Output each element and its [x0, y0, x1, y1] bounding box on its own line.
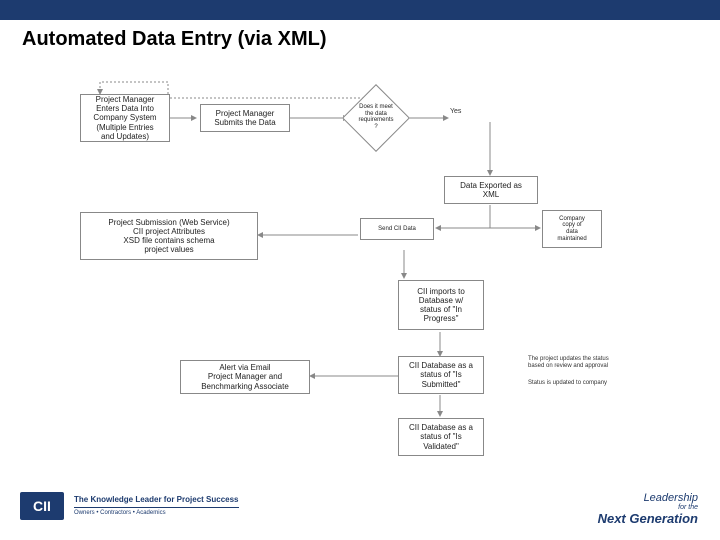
- footer-right-2: for the: [598, 504, 698, 511]
- logo-subline: Owners • Contractors • Academics: [74, 507, 239, 517]
- footer-right-3: Next Generation: [598, 511, 698, 526]
- logo-badge: CII: [20, 492, 64, 520]
- footer: CII The Knowledge Leader for Project Suc…: [0, 480, 720, 540]
- box-cii-import: CII imports toDatabase w/status of "InPr…: [398, 280, 484, 330]
- slide-title: Automated Data Entry (via XML): [22, 28, 326, 51]
- top-accent-bar: [0, 0, 720, 20]
- box-text: Alert via EmailProject Manager andBenchm…: [201, 363, 289, 391]
- box-company-db: Companycopy ofdatamaintained: [542, 210, 602, 248]
- box-text: CII Database as astatus of "IsValidated": [409, 423, 473, 451]
- footer-left: CII The Knowledge Leader for Project Suc…: [20, 492, 239, 520]
- flow-canvas: Project ManagerEnters Data IntoCompany S…: [0, 60, 720, 480]
- box-pm-enter: Project ManagerEnters Data IntoCompany S…: [80, 94, 170, 142]
- box-cii-submitted: CII Database as astatus of "IsSubmitted": [398, 356, 484, 394]
- annotation-2: Status is updated to company: [528, 380, 658, 387]
- footer-right-1: Leadership: [598, 492, 698, 504]
- box-text: Project ManagerEnters Data IntoCompany S…: [93, 95, 156, 141]
- box-text: Project Submission (Web Service)CII proj…: [108, 218, 229, 255]
- box-text: Send CII Data: [378, 226, 416, 233]
- box-text: Data Exported asXML: [460, 181, 522, 199]
- diamond-requirements: [342, 84, 410, 152]
- logo-text: The Knowledge Leader for Project Success…: [74, 495, 239, 517]
- box-text: CII imports toDatabase w/status of "InPr…: [417, 287, 465, 324]
- box-send-cii: Send CII Data: [360, 218, 434, 240]
- box-text: CII Database as astatus of "IsSubmitted": [409, 361, 473, 389]
- box-submission: Project Submission (Web Service)CII proj…: [80, 212, 258, 260]
- label-yes: Yes: [450, 108, 461, 115]
- box-text: Companycopy ofdatamaintained: [557, 216, 586, 242]
- footer-right: Leadership for the Next Generation: [598, 492, 698, 526]
- box-export-xml: Data Exported asXML: [444, 176, 538, 204]
- box-text: Project ManagerSubmits the Data: [214, 109, 275, 127]
- logo-tagline: The Knowledge Leader for Project Success: [74, 495, 239, 505]
- box-alert-email: Alert via EmailProject Manager andBenchm…: [180, 360, 310, 394]
- box-cii-validated: CII Database as astatus of "IsValidated": [398, 418, 484, 456]
- annotation-1: The project updates the statusbased on r…: [528, 356, 658, 369]
- box-pm-submit: Project ManagerSubmits the Data: [200, 104, 290, 132]
